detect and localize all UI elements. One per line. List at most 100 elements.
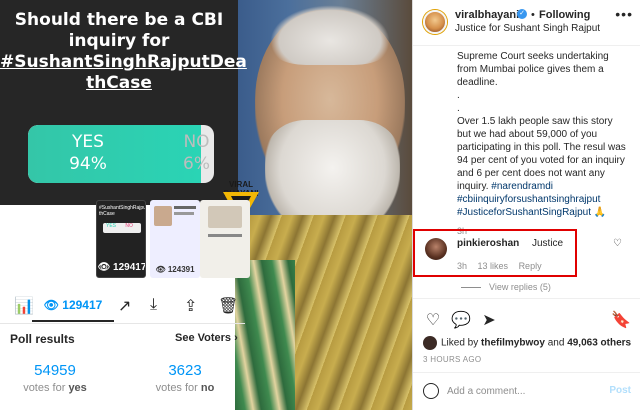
liked-by-others[interactable]: 49,063 others (567, 338, 631, 349)
save-bookmark-icon[interactable]: 🔖 (611, 311, 631, 331)
like-heart-icon[interactable]: ♡ (423, 311, 443, 331)
poll-question-hashtag-cont: thCase (86, 73, 152, 93)
eye-icon: 👁 (97, 262, 111, 273)
share-send-icon[interactable]: ➤ (479, 311, 499, 331)
poll-no-percent: 6% (183, 154, 210, 174)
yes-vote-label-prefix: votes for (23, 382, 69, 394)
thumbnail-caption: #SushantSinghRajputDea thCase (99, 205, 146, 217)
post-username[interactable]: viralbhayani (455, 9, 519, 21)
thumbnail-view-count: 129417 (113, 262, 146, 273)
yes-vote-count: 54959 (34, 362, 76, 379)
verified-badge-icon: ✓ (517, 9, 527, 19)
caption-line: 94 per cent of you voted for an inquiry (457, 155, 625, 166)
thumbnail-line (174, 206, 196, 209)
hashtag-link[interactable]: #cbiinquiryforsushantsinghrajput (457, 193, 633, 206)
caption-line: from Mumbai police gives them a (457, 64, 604, 75)
view-replies-link[interactable]: View replies (5) (461, 282, 551, 292)
replies-divider (461, 287, 481, 289)
liked-by-text: Liked by thefilmybwoy and 49,063 others (423, 336, 631, 350)
caption-line: participating in this poll. The resul wa… (457, 142, 626, 153)
thumbnail-views: 👁 129417 (97, 262, 146, 273)
avatar[interactable] (423, 10, 447, 34)
thumbnail-no: NO (125, 223, 133, 229)
story-thumbnail-current[interactable]: #SushantSinghRajputDea thCase YES NO 👁 1… (96, 200, 146, 278)
comment-icon[interactable]: 💬 (451, 311, 471, 331)
thumbnail-photo (208, 206, 242, 228)
poll-results-title: Poll results (10, 332, 75, 346)
caption-line: . (457, 90, 460, 101)
bar-chart-icon[interactable]: 📊 (14, 296, 34, 316)
caption-line: Over 1.5 lakh people saw this story (457, 116, 613, 127)
thumbnail-line (174, 212, 194, 215)
thumbnail-poll: YES NO (103, 223, 141, 233)
thumbnail-photo (154, 206, 172, 226)
views-count: 129417 (62, 298, 103, 312)
thumbnail-views-2: 👁 124391 (150, 265, 200, 274)
photo-shawl-green (235, 260, 295, 410)
download-icon[interactable]: ⤓ (150, 296, 157, 314)
see-voters-link[interactable]: See Voters › (175, 332, 238, 344)
thumbnail-view-count-2: 124391 (167, 265, 195, 274)
comment-text: Justice (532, 238, 564, 249)
post-timestamp: 3 HOURS AGO (423, 355, 482, 364)
photo-hair (270, 5, 390, 65)
no-vote-label-word: no (200, 382, 215, 394)
story-stats-bar: 📊 👁 129417 ↗ ⤓ ⇪ 🗑 (0, 288, 245, 324)
comment-reply-button[interactable]: Reply (519, 261, 542, 271)
poll-question: Should there be a CBI inquiry for #Susha… (0, 10, 247, 94)
comment-timestamp: 3h (457, 261, 468, 271)
no-vote-label: votes for no (140, 382, 230, 394)
caption-line: . (457, 103, 460, 114)
comment-username[interactable]: pinkieroshan (457, 238, 519, 249)
thumbnail-line (208, 234, 242, 237)
comment-like-heart-icon[interactable]: ♡ (613, 238, 622, 249)
poll-no-label: NO (183, 132, 210, 152)
poll-question-hashtag: #SushantSinghRajputDea (0, 52, 247, 72)
avatar[interactable] (425, 238, 447, 260)
post-side-panel: viralbhayani ✓ • Following Justice for S… (412, 0, 640, 410)
highlighted-comment: pinkieroshan Justice 3h 13 likes Reply (413, 229, 577, 277)
more-options-icon[interactable]: ••• (615, 6, 633, 22)
comment-input[interactable] (447, 381, 597, 401)
trending-icon[interactable]: ↗ (118, 296, 131, 316)
post-comment-button[interactable]: Post (609, 385, 631, 396)
no-vote-label-prefix: votes for (155, 382, 201, 394)
emoji-icon[interactable] (423, 383, 439, 399)
poll-yes-label: YES (72, 132, 104, 152)
poll-no-option: NO 6% (183, 131, 210, 175)
story-poll-card: Should there be a CBI inquiry for #Susha… (0, 0, 247, 205)
post-location[interactable]: Justice for Sushant Singh Rajput (455, 23, 600, 34)
liker-avatar (423, 336, 437, 350)
caption-line: but we had about 59,000 of you (457, 129, 598, 140)
story-thumbnails: #SushantSinghRajputDea thCase YES NO 👁 1… (96, 200, 250, 280)
comment-meta: 3h 13 likes Reply (457, 261, 542, 271)
hashtag-link[interactable]: #JusticeforSushantSingRajput 🙏 (457, 206, 633, 219)
post-actions: ♡ 💬 ➤ 🔖 (413, 298, 640, 338)
yes-vote-label: votes for yes (10, 382, 100, 394)
thumbnail-yes: YES (106, 223, 117, 229)
poll-bar: YES 94% NO 6% (28, 125, 214, 183)
story-thumbnail-2[interactable]: 👁 124391 (150, 200, 200, 278)
no-vote-count: 3623 (168, 362, 202, 379)
following-button[interactable]: Following (539, 9, 590, 21)
caption-line: inquiry. #narendramdi (457, 180, 633, 193)
story-thumbnail-3[interactable] (200, 200, 250, 278)
poll-question-line2: inquiry for (68, 31, 170, 51)
chevron-right-icon: › (234, 332, 238, 344)
comment-likes[interactable]: 13 likes (478, 261, 509, 271)
share-icon[interactable]: ⇪ (184, 296, 197, 316)
post-caption: Supreme Court seeks undertaking from Mum… (457, 50, 633, 238)
hashtag-link[interactable]: #narendramdi (491, 181, 553, 192)
see-voters-label: See Voters (175, 332, 232, 344)
liked-by-user[interactable]: thefilmybwoy (481, 338, 545, 349)
caption-line: Supreme Court seeks undertaking (457, 51, 609, 62)
caption-line: and 6 per cent does not want any (457, 168, 605, 179)
trash-icon[interactable]: 🗑 (218, 296, 238, 316)
eye-icon: 👁 (43, 298, 63, 312)
caption-line: deadline. (457, 77, 498, 88)
views-tab[interactable]: 👁 129417 (32, 294, 114, 322)
yes-vote-label-word: yes (68, 382, 87, 394)
view-replies-label: View replies (5) (489, 282, 551, 292)
liked-by-and: and (544, 337, 568, 349)
poll-yes-option: YES 94% (28, 131, 148, 175)
